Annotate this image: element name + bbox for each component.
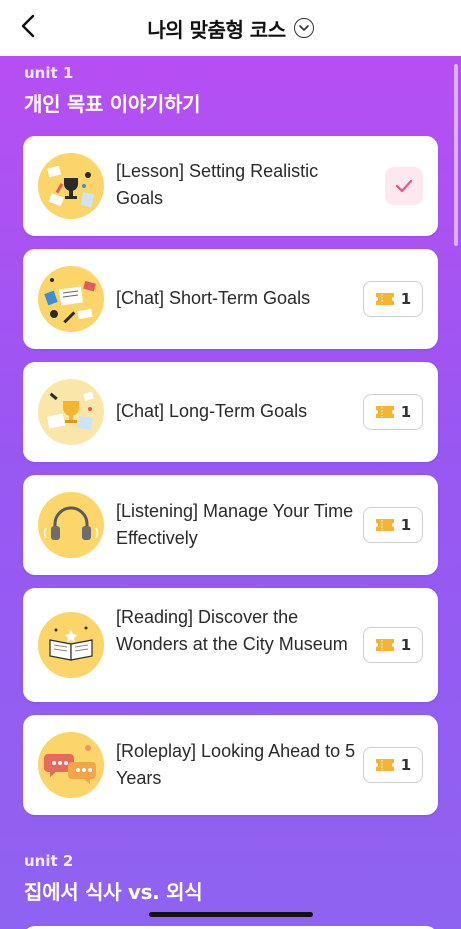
lesson-card[interactable]: [Chat] Long-Term Goals 1 (23, 362, 438, 462)
lesson-thumbnail (38, 266, 104, 332)
lesson-thumbnail (38, 732, 104, 798)
ticket-count: 1 (400, 756, 412, 774)
ticket-icon (375, 639, 394, 651)
back-button[interactable] (14, 12, 42, 40)
course-list[interactable]: unit 1 개인 목표 이야기하기 [Lesson] Setting Real… (0, 56, 461, 929)
lesson-title: [Listening] Manage Your Time Effectively (116, 501, 354, 548)
ticket-button[interactable]: 1 (363, 281, 423, 317)
lesson-title: [Lesson] Setting Realistic Goals (116, 161, 319, 208)
check-icon (395, 179, 413, 193)
ticket-button[interactable]: 1 (363, 394, 423, 430)
chevron-down-icon (298, 24, 309, 31)
ticket-count: 1 (400, 403, 412, 421)
lesson-thumbnail (38, 379, 104, 445)
ticket-button[interactable]: 1 (363, 507, 423, 543)
completed-badge (385, 167, 423, 205)
ticket-button[interactable]: 1 (363, 747, 423, 783)
speech-bubbles-icon (44, 745, 96, 784)
ticket-button[interactable]: 1 (363, 627, 423, 663)
ticket-count: 1 (400, 290, 412, 308)
top-nav-bar: 나의 맞춤형 코스 (0, 0, 461, 56)
lesson-card[interactable]: [Reading] Discover the Wonders at the Ci… (23, 588, 438, 702)
ticket-icon (375, 759, 394, 771)
lesson-title: [Roleplay] Looking Ahead to 5 Years (116, 741, 356, 788)
title-group[interactable]: 나의 맞춤형 코스 (147, 14, 314, 43)
lesson-card[interactable]: [Roleplay] Looking Ahead to 5 Years 1 (23, 715, 438, 815)
unit-title: 집에서 식사 vs. 외식 (24, 880, 203, 904)
lesson-card[interactable]: [Lesson] Setting Realistic Goals (23, 136, 438, 236)
lesson-title: [Reading] Discover the Wonders at the Ci… (116, 607, 348, 654)
lesson-title: [Chat] Short-Term Goals (116, 288, 311, 308)
unit-label: unit 2 (24, 852, 74, 870)
study-desk-icon (44, 278, 96, 324)
ticket-icon (375, 406, 394, 418)
trophy-desk-icon (47, 165, 95, 208)
chevron-left-icon (21, 14, 35, 38)
open-book-icon (49, 626, 93, 661)
unit-label: unit 1 (24, 64, 74, 82)
ticket-count: 1 (400, 636, 412, 654)
page-title: 나의 맞춤형 코스 (147, 17, 286, 42)
ticket-icon (375, 293, 394, 305)
lesson-thumbnail (38, 492, 104, 558)
scrollbar[interactable] (454, 64, 458, 246)
lesson-thumbnail (38, 153, 104, 219)
home-indicator (149, 912, 313, 917)
lesson-card[interactable]: [Listening] Manage Your Time Effectively… (23, 475, 438, 575)
unit-title: 개인 목표 이야기하기 (24, 92, 201, 116)
lesson-thumbnail (38, 612, 104, 678)
lesson-title: [Chat] Long-Term Goals (116, 401, 308, 421)
headphones-icon (43, 506, 99, 540)
ticket-icon (375, 519, 394, 531)
trophy-papers-icon (46, 391, 94, 431)
ticket-count: 1 (400, 516, 412, 534)
lesson-card[interactable]: [Chat] Short-Term Goals 1 (23, 249, 438, 349)
course-dropdown-button[interactable] (293, 18, 314, 38)
